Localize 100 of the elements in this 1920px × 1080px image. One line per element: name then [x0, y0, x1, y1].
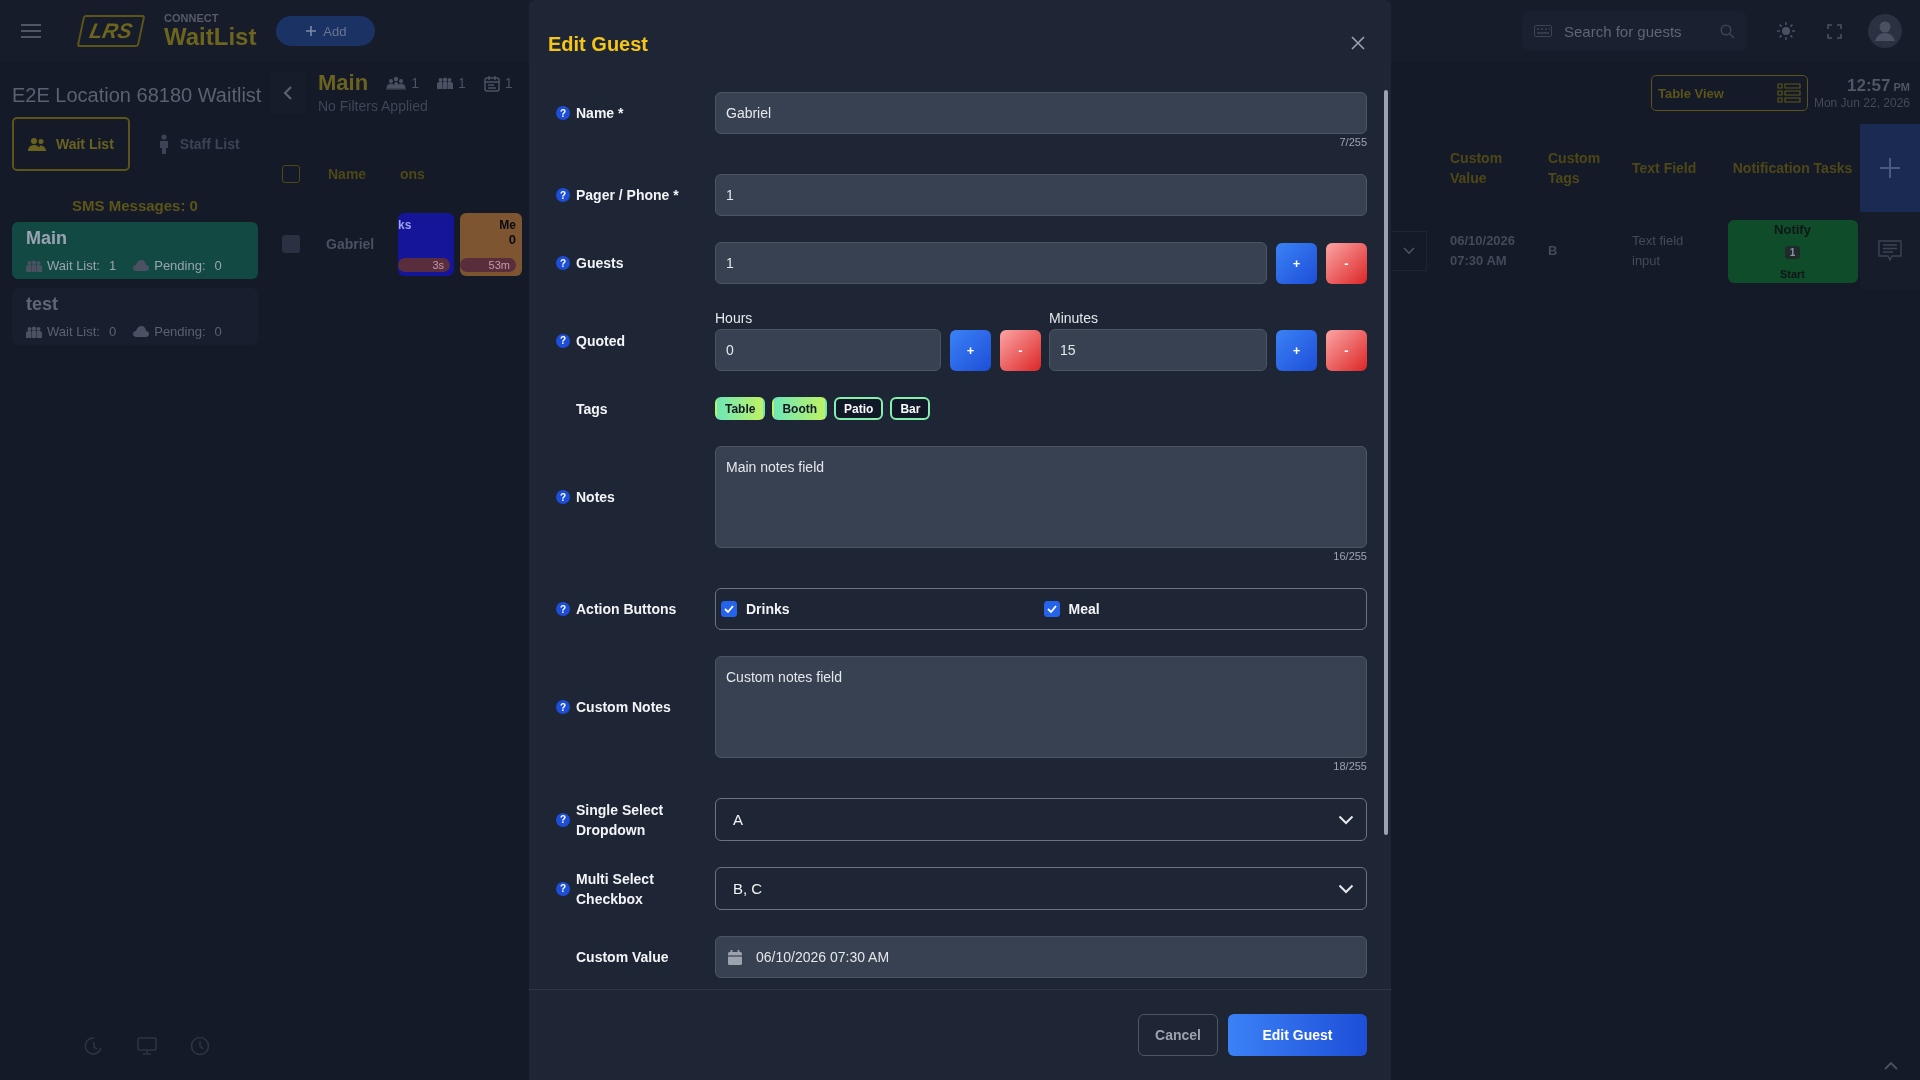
text-field[interactable]: Gabriel [715, 92, 1367, 134]
wait-list-label: Wait List: [47, 258, 100, 273]
pending-label: Pending: [154, 324, 206, 339]
dialog-title: Edit Guest [548, 32, 648, 56]
field-label: Notes [576, 488, 615, 507]
number-field[interactable]: 0 [715, 329, 941, 371]
tag-chip[interactable]: Bar [890, 397, 931, 420]
clock-time: 12:57 [1847, 76, 1891, 95]
help-icon[interactable]: ? [556, 106, 570, 120]
add-icon [1879, 157, 1901, 179]
field-label: Custom Value [576, 948, 669, 967]
submit-button[interactable]: Edit Guest [1228, 1014, 1367, 1056]
help-icon[interactable]: ? [556, 812, 570, 827]
notify-tile[interactable]: Notify 1 Start [1727, 219, 1858, 283]
monitor-icon[interactable] [137, 1037, 157, 1055]
column-header: Notification Tasks [1731, 159, 1854, 178]
clock-period: PM [1893, 81, 1910, 93]
dropdown[interactable]: A [715, 798, 1367, 841]
field-label: Single Select Dropdown [576, 800, 665, 840]
waitlist-name: test [26, 294, 59, 315]
dropdown[interactable]: B, C [715, 867, 1367, 910]
field-label: Quoted [576, 331, 625, 351]
column-header: Custom Value [1450, 149, 1504, 188]
list-view-icon [1776, 82, 1801, 104]
column-header: ons [400, 166, 425, 182]
fullscreen-icon[interactable] [1827, 23, 1842, 39]
message-icon[interactable] [1878, 240, 1902, 262]
field-label: Hours [715, 310, 754, 326]
person-icon [157, 134, 170, 154]
clock-icon[interactable] [190, 1036, 210, 1056]
checkbox[interactable] [282, 235, 300, 253]
increment-button[interactable]: + [950, 329, 991, 371]
field-label: Name * [576, 104, 624, 123]
wait-list-count: 0 [109, 324, 117, 339]
number-field[interactable]: 15 [1049, 329, 1267, 371]
plus-icon [305, 25, 318, 37]
text-area[interactable]: Main notes field [715, 446, 1367, 548]
help-icon[interactable]: ? [556, 700, 570, 714]
increment-button[interactable]: + [1276, 242, 1317, 284]
stat-count: 1 [457, 75, 466, 91]
crowd-icon [386, 76, 407, 90]
tag-chip[interactable]: Patio [834, 397, 884, 420]
checkbox-tick-icon [724, 605, 734, 613]
logo: LRS [76, 15, 146, 47]
menu-icon[interactable] [20, 23, 42, 39]
field-label: Custom Notes [576, 698, 671, 717]
sms-count: SMS Messages: 0 [71, 197, 199, 214]
close-button[interactable] [1349, 34, 1367, 52]
help-icon[interactable]: ? [556, 188, 570, 202]
field-label: Tags [576, 399, 608, 419]
field-label: Minutes [1049, 310, 1100, 326]
checkbox[interactable] [1043, 601, 1060, 617]
pending-count: 0 [214, 324, 222, 339]
text-field[interactable]: 1 [715, 174, 1367, 216]
text-area[interactable]: Custom notes field [715, 656, 1367, 758]
column-header: Custom Tags [1548, 149, 1602, 188]
table-cell-text: Gabriel [326, 236, 376, 252]
help-icon[interactable]: ? [556, 602, 570, 616]
help-icon[interactable]: ? [556, 256, 570, 270]
search-icon [1720, 23, 1735, 39]
checkbox-label: Drinks [746, 601, 790, 617]
cancel-button[interactable]: Cancel [1138, 1014, 1218, 1056]
people-icon [28, 137, 46, 151]
pending-count: 0 [214, 258, 222, 273]
chevron-down-icon [1338, 814, 1354, 825]
waitlist-name: Main [26, 228, 68, 249]
checkbox-tick-icon [1046, 605, 1057, 613]
calendar-icon [483, 74, 500, 92]
help-icon[interactable]: ? [556, 333, 570, 348]
sun-icon[interactable] [1777, 22, 1795, 40]
avatar-icon[interactable] [1868, 14, 1902, 48]
add-column-button[interactable] [1860, 124, 1920, 212]
checkbox-label: Meal [1068, 601, 1100, 617]
count-badge: 1 [1784, 245, 1801, 259]
action-tile[interactable]: ks 3s [398, 212, 454, 276]
group-icon [26, 325, 42, 338]
help-icon[interactable]: ? [556, 881, 570, 896]
action-tile[interactable]: Me 0 53m [460, 212, 522, 276]
group-icon [26, 259, 42, 272]
field-label: Multi Select Checkbox [576, 869, 655, 909]
help-icon[interactable]: ? [556, 490, 570, 504]
tag-chip[interactable]: Table [715, 397, 766, 420]
scrollbar[interactable] [1384, 90, 1388, 835]
waitlist-card[interactable]: Main Wait List: 1 Pending: 0 [12, 222, 258, 279]
chevron-up-icon[interactable] [1884, 1061, 1898, 1070]
checkbox[interactable] [282, 165, 300, 183]
chevron-down-icon [1338, 883, 1354, 894]
calendar-icon [728, 949, 742, 965]
checkbox[interactable] [721, 601, 737, 617]
list-title: Main [318, 70, 369, 96]
character-counter: 7/255 [1338, 136, 1367, 148]
increment-button[interactable]: + [1276, 329, 1317, 371]
tag-chip[interactable]: Booth [772, 397, 828, 420]
number-field[interactable]: 1 [715, 242, 1267, 284]
character-counter: 16/255 [1332, 550, 1367, 562]
date-field[interactable]: 06/10/2026 07:30 AM [715, 936, 1367, 978]
field-label: Guests [576, 254, 624, 273]
cloud-icon [133, 260, 150, 271]
clock-history-icon[interactable] [84, 1036, 104, 1056]
stat-count: 1 [504, 75, 513, 91]
